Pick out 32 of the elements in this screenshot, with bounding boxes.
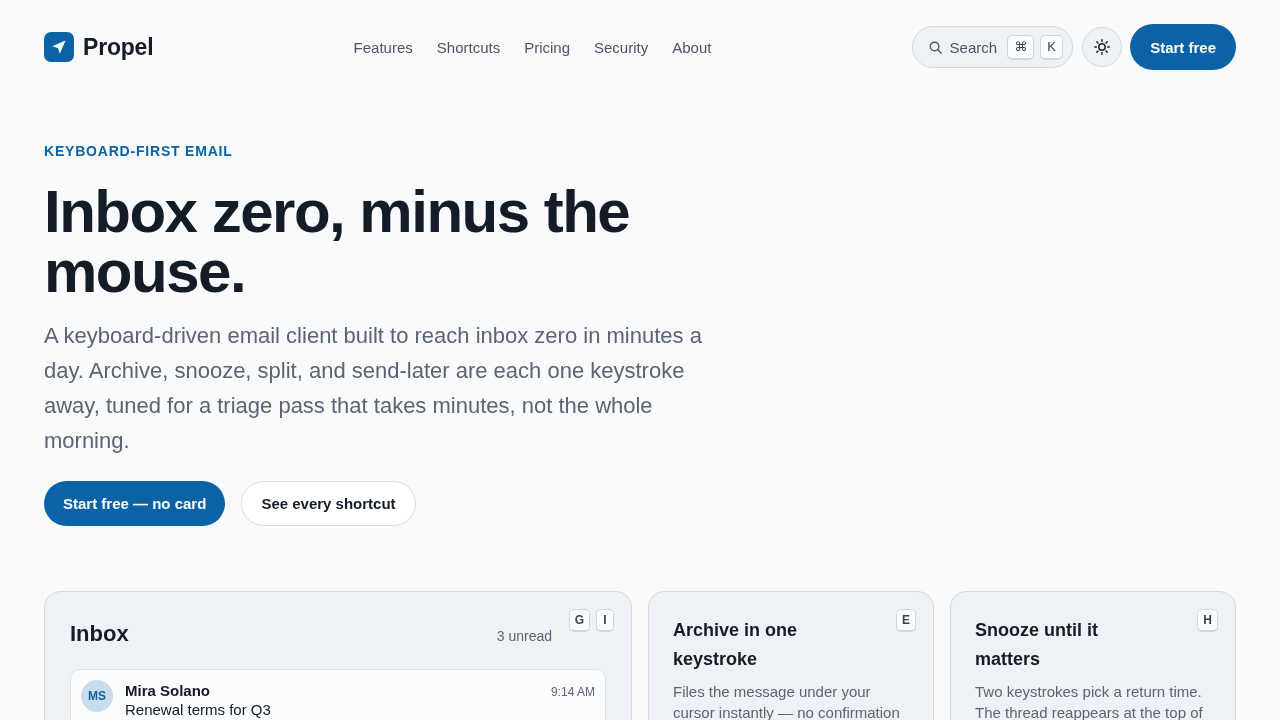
sender-name: Mira Solano: [125, 682, 210, 700]
shortcut-key: E: [896, 609, 916, 632]
hero-heading: Inbox zero, minus the mouse.: [44, 182, 631, 302]
search-icon: [928, 40, 942, 54]
shortcut-key: K: [1040, 34, 1064, 60]
nav-link[interactable]: About: [672, 38, 712, 56]
nav-link[interactable]: Security: [594, 38, 649, 56]
hero-description: A keyboard-driven email client built to reach inbox zero in minutes a day. Archive, snooze, split, and send-later are each one keystroke away, tuned for a triage pass that takes minutes, not the whole morning.: [44, 322, 703, 455]
sender-avatar: MS: [81, 680, 113, 712]
nav-link[interactable]: Shortcuts: [436, 38, 501, 56]
eyebrow-label: KEYBOARD-FIRST EMAIL: [44, 142, 233, 161]
nav-link[interactable]: Pricing: [524, 38, 570, 56]
unread-count: 3 unread: [496, 628, 552, 644]
shortcut-key: H: [1197, 609, 1218, 632]
feature-title: Archive in one keystroke: [673, 619, 799, 671]
message-subject: Renewal terms for Q3: [125, 701, 271, 718]
secondary-cta-button[interactable]: See every shortcut: [241, 481, 416, 526]
message-time: 9:14 AM: [550, 685, 595, 699]
brand-name: Propel: [83, 33, 154, 61]
shortcut-key: G: [568, 609, 590, 632]
primary-cta-button[interactable]: Start free — no card: [44, 481, 226, 526]
shortcut-key: ⌘: [1007, 34, 1035, 60]
sun-icon: [1094, 39, 1111, 55]
feature-title: Snooze until it matters: [975, 619, 1099, 671]
theme-toggle-button[interactable]: [1082, 27, 1123, 67]
message-row[interactable]: MS Mira Solano 9:14 AM Renewal terms for Q3: [70, 669, 606, 720]
search-button[interactable]: Search ⌘ K: [911, 26, 1074, 68]
start-free-button[interactable]: Start free: [1130, 24, 1236, 70]
inbox-title: Inbox: [70, 620, 129, 648]
shortcut-key: I: [596, 609, 614, 632]
nav-link[interactable]: Features: [353, 38, 413, 56]
logo-icon[interactable]: [44, 32, 74, 62]
